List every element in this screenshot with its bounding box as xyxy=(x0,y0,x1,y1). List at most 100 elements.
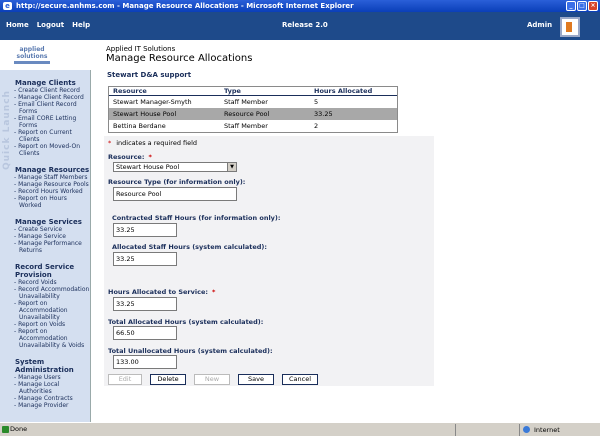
save-button[interactable]: Save xyxy=(238,374,274,385)
sidebar-item[interactable]: Manage Users xyxy=(0,374,90,381)
sidebar-item[interactable]: Report on Hours Worked xyxy=(0,195,90,209)
maximize-button[interactable]: □ xyxy=(577,1,587,11)
sidebar-item[interactable]: Manage Service xyxy=(0,233,90,240)
total-allocated-label: Total Allocated Hours (system calculated… xyxy=(108,318,264,326)
cell-resource: Stewart House Pool xyxy=(113,110,177,118)
sidebar-item[interactable]: Report on Current Clients xyxy=(0,129,90,143)
sidebar-section-title: Manage Clients xyxy=(15,79,76,87)
user-label: Admin xyxy=(527,21,553,29)
sidebar-item[interactable]: Report on Voids xyxy=(0,321,90,328)
panel-title: Stewart D&A support xyxy=(107,71,192,79)
sidebar-section-services: Manage Services Create Service Manage Se… xyxy=(0,218,90,254)
company-name: Applied IT Solutions xyxy=(106,45,176,53)
sidebar-section-title: Manage Services xyxy=(15,218,82,226)
total-unallocated-label: Total Unallocated Hours (system calculat… xyxy=(108,347,273,355)
status-separator xyxy=(455,424,515,436)
window-titlebar: e http://secure.anhms.com - Manage Resou… xyxy=(0,0,600,12)
sidebar-section-admin: System Administration Manage Users Manag… xyxy=(0,358,90,409)
table-row[interactable]: Stewart Manager-Smyth Staff Member 5 xyxy=(109,96,397,108)
sidebar-item[interactable]: Report on Accommodation Unavailability &… xyxy=(0,328,90,349)
page-header: applied solutions Applied IT Solutions M… xyxy=(0,40,600,70)
edit-button[interactable]: Edit xyxy=(108,374,142,385)
contracted-hours-field: 33.25 xyxy=(113,223,177,237)
sidebar-item[interactable]: Manage Client Record xyxy=(0,94,90,101)
sidebar-item[interactable]: Manage Contracts xyxy=(0,395,90,402)
required-star-icon: * xyxy=(211,288,216,296)
resource-type-field: Resource Pool xyxy=(113,187,237,201)
sidebar-section-title: Record Service Provision xyxy=(15,263,75,279)
status-text: Done xyxy=(10,425,28,433)
cell-type: Staff Member xyxy=(224,98,268,106)
sidebar-item[interactable]: Report on Moved-On Clients xyxy=(0,143,90,157)
total-unallocated-field: 133.00 xyxy=(113,355,177,369)
cell-type: Resource Pool xyxy=(224,110,270,118)
sidebar-section-clients: Manage Clients Create Client Record Mana… xyxy=(0,79,90,157)
status-bar: Done Internet xyxy=(0,422,600,436)
resource-select-value: Stewart House Pool xyxy=(116,163,180,171)
sidebar-section-title: Manage Resources xyxy=(15,166,90,174)
cancel-button[interactable]: Cancel xyxy=(282,374,318,385)
table-header: Resource Type Hours Allocated xyxy=(109,87,397,96)
sidebar-item[interactable]: Record Voids xyxy=(0,279,90,286)
cell-hours: 33.25 xyxy=(314,110,333,118)
cell-resource: Stewart Manager-Smyth xyxy=(113,98,192,106)
app-logo-icon xyxy=(560,17,580,37)
sidebar-item[interactable]: Report on Accommodation Unavailability xyxy=(0,300,90,321)
security-zone: Internet xyxy=(519,424,589,436)
delete-button[interactable]: Delete xyxy=(150,374,186,385)
sidebar-item[interactable]: Manage Local Authorities xyxy=(0,381,90,395)
allocated-hours-field: 33.25 xyxy=(113,252,177,266)
page-done-icon xyxy=(2,426,9,433)
column-header-resource: Resource xyxy=(113,87,147,95)
new-button[interactable]: New xyxy=(194,374,230,385)
allocations-table: Resource Type Hours Allocated Stewart Ma… xyxy=(108,86,398,133)
logout-link[interactable]: Logout xyxy=(37,21,64,29)
table-row[interactable]: Bettina Berdane Staff Member 2 xyxy=(109,120,397,132)
home-link[interactable]: Home xyxy=(6,21,29,29)
minimize-button[interactable]: _ xyxy=(566,1,576,11)
close-button[interactable]: × xyxy=(588,1,598,11)
brand-line-2: solutions xyxy=(16,53,48,60)
sidebar-item[interactable]: Record Accommodation Unavailability xyxy=(0,286,90,300)
help-link[interactable]: Help xyxy=(72,21,90,29)
required-star-icon: * xyxy=(108,139,112,147)
required-star-icon: * xyxy=(148,153,152,161)
sidebar-item[interactable]: Email Client Record Forms xyxy=(0,101,90,115)
window-title: http://secure.anhms.com - Manage Resourc… xyxy=(16,2,354,10)
sidebar-item[interactable]: Manage Staff Members xyxy=(0,174,90,181)
hours-service-input[interactable]: 33.25 xyxy=(113,297,177,311)
required-note: * indicates a required field xyxy=(108,139,197,147)
sidebar: Quick Launch Manage Clients Create Clien… xyxy=(0,70,91,422)
release-label: Release 2.0 xyxy=(282,21,328,29)
page-title: Manage Resource Allocations xyxy=(106,53,253,64)
quick-launch-label: Quick Launch xyxy=(2,90,12,170)
window-controls: _ □ × xyxy=(566,1,598,11)
column-header-hours: Hours Allocated xyxy=(314,87,373,95)
total-allocated-field: 66.50 xyxy=(113,326,177,340)
sidebar-section-title: System Administration xyxy=(15,358,74,374)
resource-label-text: Resource: xyxy=(108,153,145,161)
sidebar-section-resources: Manage Resources Manage Staff Members Ma… xyxy=(0,166,90,209)
sidebar-item[interactable]: Create Client Record xyxy=(0,87,90,94)
sidebar-item[interactable]: Manage Provider xyxy=(0,402,90,409)
sidebar-item[interactable]: Record Hours Worked xyxy=(0,188,90,195)
resource-select[interactable]: Stewart House Pool ▼ xyxy=(113,162,237,172)
column-header-type: Type xyxy=(224,87,241,95)
required-note-text: indicates a required field xyxy=(116,139,198,147)
sidebar-section-provision: Record Service Provision Record Voids Re… xyxy=(0,263,90,349)
chevron-down-icon[interactable]: ▼ xyxy=(227,163,236,171)
brand-logo: applied solutions xyxy=(14,46,50,66)
allocated-hours-label: Allocated Staff Hours (system calculated… xyxy=(112,243,267,251)
table-row-selected[interactable]: Stewart House Pool Resource Pool 33.25 xyxy=(109,108,397,120)
top-nav: Home Logout Help Release 2.0 Admin xyxy=(0,12,600,40)
sidebar-item[interactable]: Create Service xyxy=(0,226,90,233)
sidebar-item[interactable]: Email CORE Letting Forms xyxy=(0,115,90,129)
sidebar-item[interactable]: Manage Performance Returns xyxy=(0,240,90,254)
form-buttons: Edit Delete New Save Cancel xyxy=(108,374,326,385)
hours-service-label-text: Hours Allocated to Service: xyxy=(108,288,208,296)
resource-type-label: Resource Type (for information only): xyxy=(108,178,246,186)
brand-bar xyxy=(14,61,50,64)
cell-type: Staff Member xyxy=(224,122,268,130)
sidebar-item[interactable]: Manage Resource Pools xyxy=(0,181,90,188)
hours-service-label: Hours Allocated to Service: * xyxy=(108,288,215,296)
